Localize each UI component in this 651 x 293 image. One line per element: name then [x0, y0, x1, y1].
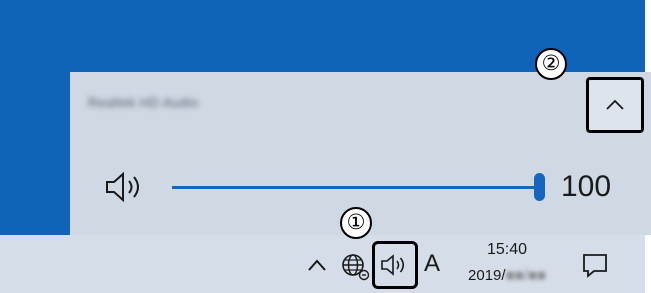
callout-badge-2: ②: [535, 48, 567, 80]
clock-date-year: 2019/: [468, 267, 506, 284]
callout-badge-1: ①: [340, 207, 372, 239]
slider-thumb[interactable]: [534, 173, 545, 201]
expand-devices-button[interactable]: [586, 77, 644, 133]
speaker-icon[interactable]: [103, 170, 147, 204]
taskbar-clock[interactable]: 15:40 2019/■■/■■: [452, 239, 562, 287]
clock-date: 2019/■■/■■: [452, 265, 562, 287]
chevron-up-icon: [606, 99, 624, 110]
show-hidden-icons-icon[interactable]: [306, 256, 328, 274]
action-center-icon[interactable]: [580, 251, 610, 279]
clock-date-hidden: ■■/■■: [505, 267, 546, 284]
volume-value: 100: [561, 170, 612, 203]
ime-mode-indicator[interactable]: A: [424, 250, 440, 278]
slider-fill: [172, 186, 540, 189]
taskbar-volume-button[interactable]: [372, 241, 418, 289]
audio-device-name: Realtek HD Audio: [88, 95, 199, 110]
network-globe-icon[interactable]: [340, 251, 370, 281]
volume-slider[interactable]: [172, 172, 552, 202]
clock-time: 15:40: [486, 241, 528, 258]
speaker-icon: [381, 254, 405, 276]
